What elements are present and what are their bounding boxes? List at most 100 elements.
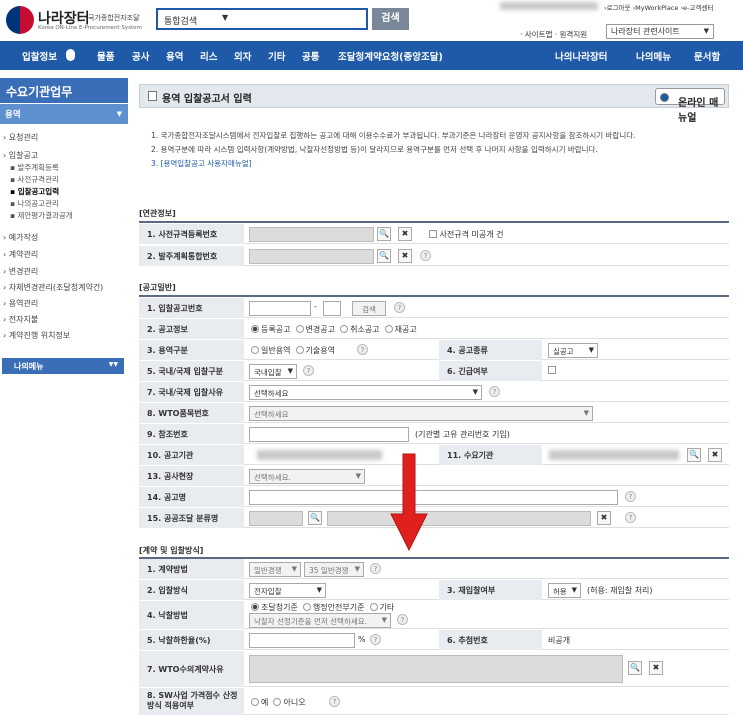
service-type-radio-group[interactable]: 일반용역 기술용역 [251, 345, 335, 356]
sidebar-item-request[interactable]: › 요청관리 [3, 132, 38, 143]
bid-number-search-button[interactable]: 검색 [352, 301, 386, 316]
pre-spec-private-checkbox[interactable]: 사전규격 미공개 건 [429, 229, 504, 240]
sidebar-item-bid-notice[interactable]: › 입찰공고 [3, 150, 38, 161]
procurement-class-code-input[interactable] [249, 511, 303, 526]
notice-kind-select[interactable]: 실공고 ▼ [548, 343, 598, 358]
nav-item-foreign[interactable]: 외자 [234, 49, 251, 63]
sw-price-radio-group[interactable]: 예 아니오 [251, 697, 306, 708]
sidebar-item-service-mgmt[interactable]: › 용역관리 [3, 298, 38, 309]
help-icon[interactable]: ? [357, 344, 368, 355]
related-sites-select[interactable]: 나라장터 관련사이트 ▼ [606, 24, 714, 39]
sidebar-item-self-change[interactable]: › 자체변경관리(조달청계약건) [3, 282, 103, 293]
clear-icon[interactable]: ✖ [398, 227, 412, 241]
clear-icon[interactable]: ✖ [649, 661, 663, 675]
construction-site-select[interactable]: 선택하세요. ▼ [249, 469, 365, 484]
sitemap-links[interactable]: · 사이트맵 · 원격지원 [520, 29, 587, 40]
clear-icon[interactable]: ✖ [597, 511, 611, 525]
notice-text: 1. 국가종합전자조달시스템에서 전자입찰로 집행하는 공고에 대해 이용수수료… [151, 129, 726, 171]
sidebar-title: 수요기관업무 [0, 78, 128, 103]
intl-bid-type-select[interactable]: 국내입찰 ▼ [249, 364, 297, 379]
form-row: 5. 낙찰하한율(%) % ? 6. 추첨번호 비공개 [139, 630, 729, 650]
wto-item-number-select[interactable]: 선택하세요 ▼ [249, 406, 593, 421]
sidebar-item-order-plan[interactable]: ▪ 발주계획등록 [10, 162, 59, 173]
help-icon[interactable]: ? [625, 512, 636, 523]
microphone-icon[interactable] [66, 49, 75, 61]
award-criteria-select[interactable]: 낙찰자 선정기준을 먼저 선택하세요. ▼ [249, 613, 391, 628]
nav-item-my-narajangteo[interactable]: 나의나라장터 [555, 49, 607, 63]
government-emblem-icon[interactable] [6, 6, 34, 34]
sidebar-item-contract[interactable]: › 계약관리 [3, 249, 38, 260]
nav-item-goods[interactable]: 물품 [97, 49, 114, 63]
reference-number-input[interactable] [249, 427, 409, 442]
search-category-select[interactable]: 통합검색 [164, 14, 197, 27]
help-icon[interactable]: ? [625, 491, 636, 502]
form-row: 2. 입찰방식 전자입찰 ▼ 3. 재입찰여부 허용 ▼ (허용: 재입찰 처리) [139, 580, 729, 600]
search-icon[interactable]: 🔍 [628, 661, 642, 675]
intl-bid-reason-select[interactable]: 선택하세요 ▼ [249, 385, 482, 400]
wto-reason-input[interactable] [249, 655, 623, 683]
nav-item-bid-info[interactable]: 입찰정보 [22, 49, 57, 63]
nav-item-pps-contract[interactable]: 조달청계약요청(중앙조달) [338, 49, 443, 63]
sidebar-item-my-notice[interactable]: ▪ 나의공고관리 [10, 198, 59, 209]
user-manual-link[interactable]: 3. [용역입찰공고 사용자매뉴얼] [151, 157, 726, 171]
nav-item-construction[interactable]: 공사 [132, 49, 149, 63]
search-icon[interactable]: 🔍 [308, 511, 322, 525]
bid-notice-number-input[interactable] [249, 301, 311, 316]
nav-item-other[interactable]: 기타 [268, 49, 285, 63]
top-links[interactable]: ›로그아웃 ›MyWorkPlace ›e-고객센터 [604, 2, 713, 12]
search-icon[interactable]: 🔍 [377, 249, 391, 263]
sidebar-item-location[interactable]: › 계약진행 위치정보 [3, 330, 70, 341]
chevron-down-icon: ▼ [703, 27, 709, 35]
search-icon[interactable]: 🔍 [377, 227, 391, 241]
search-box[interactable]: 통합검색 ▼ [156, 8, 368, 30]
contract-method-select[interactable]: 일반경쟁 ▼ [249, 562, 301, 577]
sidebar-item-pre-spec[interactable]: ▪ 사전규격관리 [10, 174, 59, 185]
notice-name-label: 14. 공고명 [139, 487, 244, 507]
bid-method-select[interactable]: 전자입찰 ▼ [249, 583, 326, 598]
construction-site-label: 13. 공사현장 [139, 466, 244, 486]
online-manual-button[interactable]: 온라인 매뉴얼 [655, 88, 725, 124]
help-icon[interactable]: ? [394, 302, 405, 313]
clear-icon[interactable]: ✖ [708, 448, 722, 462]
help-icon[interactable]: ? [420, 250, 431, 261]
order-plan-number-input[interactable] [249, 249, 374, 264]
help-icon[interactable]: ? [303, 365, 314, 376]
help-icon[interactable]: ? [370, 563, 381, 574]
notice-kind-label: 4. 공고종류 [439, 340, 542, 360]
nav-item-my-menu[interactable]: 나의메뉴 [636, 49, 671, 63]
my-menu-button[interactable]: 나의메뉴 ▼▼ [2, 358, 124, 374]
help-icon[interactable]: ? [397, 614, 408, 625]
award-method-radio-group[interactable]: 조달청기준 행정안전부기준 기타 [251, 602, 394, 613]
search-button[interactable]: 검색 [372, 8, 409, 30]
sidebar-item-price[interactable]: › 예가작성 [3, 232, 38, 243]
nav-item-documents[interactable]: 문서함 [694, 49, 720, 63]
clear-icon[interactable]: ✖ [398, 249, 412, 263]
sidebar-section-service[interactable]: 용역 ▼ [0, 104, 128, 124]
chevron-down-icon[interactable]: ▼ [222, 13, 228, 22]
rebid-label: 3. 재입찰여부 [439, 580, 542, 600]
pre-spec-number-input[interactable] [249, 227, 374, 242]
nav-item-service[interactable]: 용역 [166, 49, 183, 63]
notice-info-radio-group[interactable]: 등록공고 변경공고 취소공고 재공고 [251, 324, 417, 335]
bid-notice-suffix-input[interactable] [323, 301, 341, 316]
rebid-hint: (허용: 재입찰 처리) [587, 586, 653, 595]
award-rate-input[interactable] [249, 633, 355, 648]
award-method-label: 4. 낙찰방법 [139, 601, 244, 629]
sidebar-item-change[interactable]: › 변경관리 [3, 266, 38, 277]
urgent-checkbox[interactable] [548, 366, 556, 375]
procurement-class-name-input[interactable] [327, 511, 591, 526]
nav-item-lease[interactable]: 리스 [200, 49, 217, 63]
form-row: 1. 입찰공고번호 - 검색 ? [139, 298, 729, 318]
help-icon[interactable]: ? [370, 634, 381, 645]
notice-name-input[interactable] [249, 490, 618, 505]
sidebar-item-proposal-result[interactable]: ▪ 제안평가결과공개 [10, 210, 73, 221]
chevron-down-icon: ▼ [355, 472, 361, 480]
help-icon[interactable]: ? [329, 696, 340, 707]
rebid-select[interactable]: 허용 ▼ [548, 583, 581, 598]
nav-item-common[interactable]: 공통 [302, 49, 319, 63]
search-icon[interactable]: 🔍 [687, 448, 701, 462]
help-icon[interactable]: ? [489, 386, 500, 397]
contract-method-detail-select[interactable]: 35 일반경쟁 ▼ [304, 562, 364, 577]
sidebar-item-bid-input[interactable]: ▪ 입찰공고입력 [10, 186, 59, 197]
sidebar-item-payment[interactable]: › 전자지불 [3, 314, 38, 325]
